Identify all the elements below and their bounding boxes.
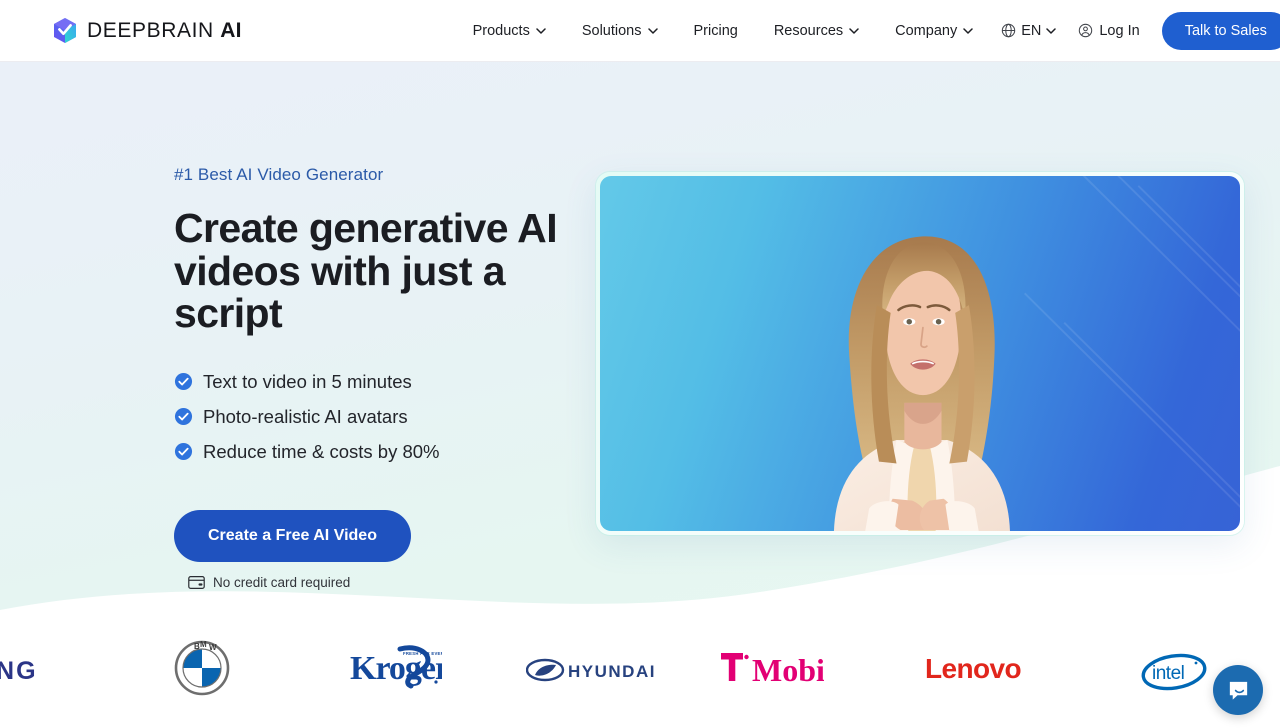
hero-copy: #1 Best AI Video Generator Create genera… [174, 165, 604, 590]
globe-icon [1002, 23, 1016, 38]
brand-logo[interactable]: DEEPBRAIN AI [52, 17, 242, 44]
hero-benefit-list: Text to video in 5 minutes Photo-realist… [174, 371, 604, 463]
no-credit-card-label: No credit card required [213, 574, 351, 590]
chevron-down-icon [963, 27, 973, 34]
ai-presenter-figure [833, 236, 1010, 531]
site-header: DEEPBRAIN AI Products Solutions Pricing … [0, 0, 1280, 62]
account-circle-icon [1079, 23, 1093, 38]
list-item: Text to video in 5 minutes [174, 371, 604, 393]
hero-section: #1 Best AI Video Generator Create genera… [0, 62, 1280, 640]
samsung-logo: S UNG [0, 657, 38, 685]
language-selector[interactable]: EN [991, 15, 1066, 47]
nav-item-company[interactable]: Company [877, 15, 991, 47]
main-navigation: Products Solutions Pricing Resources Com… [455, 15, 992, 47]
hyundai-logo: HYUNDAI [526, 658, 656, 682]
nav-label: Products [472, 22, 530, 39]
chevron-down-icon [1046, 27, 1057, 34]
chat-bubble-icon [1229, 681, 1247, 700]
nav-item-pricing[interactable]: Pricing [676, 15, 756, 47]
bmw-logo: B M W [174, 640, 230, 696]
nav-item-resources[interactable]: Resources [756, 15, 877, 47]
benefit-label: Photo-realistic AI avatars [203, 405, 408, 427]
chevron-down-icon [536, 27, 546, 34]
benefit-label: Reduce time & costs by 80% [203, 440, 440, 462]
nav-item-products[interactable]: Products [455, 15, 564, 47]
svg-text:M: M [200, 640, 207, 649]
lenovo-logo: Lenovo [925, 653, 1022, 684]
kroger-logo: Kroger FRESH FOR EVERYONE ™ [350, 645, 442, 689]
svg-text:HYUNDAI: HYUNDAI [568, 662, 656, 681]
ai-avatar-video[interactable] [600, 176, 1240, 531]
nav-item-solutions[interactable]: Solutions [564, 15, 676, 47]
customer-logo-bar: S UNG B M W Kroger FRESH FOR EVERYONE ™ … [0, 640, 1280, 728]
create-free-ai-video-button[interactable]: Create a Free AI Video [174, 509, 411, 562]
svg-text:W: W [209, 643, 217, 652]
talk-to-sales-button[interactable]: Talk to Sales [1161, 11, 1280, 50]
nav-label: Company [895, 22, 958, 39]
chat-widget-button[interactable] [1213, 665, 1263, 715]
login-label: Log In [1099, 22, 1140, 39]
hero-headline: Create generative AI videos with just a … [174, 205, 558, 337]
brand-name: DEEPBRAIN AI [87, 18, 242, 42]
nav-label: Solutions [581, 22, 642, 39]
list-item: Reduce time & costs by 80% [174, 441, 604, 463]
deepbrain-cube-icon [54, 18, 76, 43]
svg-text:Lenovo: Lenovo [925, 653, 1021, 684]
hero-video-frame[interactable] [596, 172, 1244, 535]
list-item: Photo-realistic AI avatars [174, 406, 604, 428]
credit-card-icon [188, 575, 205, 589]
chevron-down-icon [647, 27, 658, 34]
benefit-label: Text to video in 5 minutes [203, 370, 412, 392]
nav-label: Pricing [693, 22, 738, 39]
check-circle-icon [174, 373, 193, 391]
nav-label: Resources [773, 22, 844, 39]
svg-text:intel: intel [1152, 663, 1184, 684]
check-circle-icon [174, 408, 193, 426]
chevron-down-icon [849, 27, 859, 34]
language-label: EN [1021, 22, 1042, 39]
svg-text:Mobile: Mobile [752, 652, 824, 688]
check-circle-icon [174, 443, 193, 461]
tmobile-logo: Mobile [721, 652, 824, 688]
svg-text:FRESH FOR EVERYONE ™: FRESH FOR EVERYONE ™ [403, 651, 442, 656]
intel-logo: intel [1141, 653, 1207, 691]
no-credit-card-note: No credit card required [188, 575, 604, 590]
hero-eyebrow: #1 Best AI Video Generator [174, 165, 384, 184]
header-actions: EN Log In Talk to Sales [991, 11, 1280, 50]
login-link[interactable]: Log In [1066, 15, 1151, 47]
svg-text:UNG: UNG [0, 657, 38, 685]
